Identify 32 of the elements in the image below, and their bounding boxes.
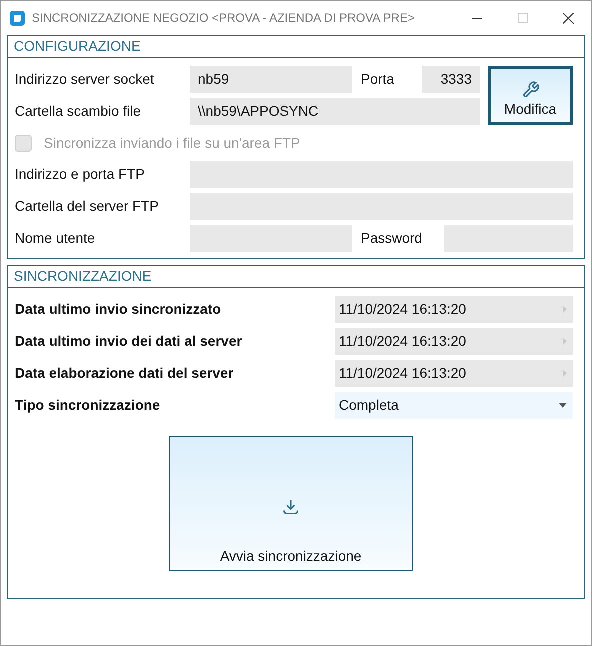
field-label: Password — [360, 229, 424, 248]
download-icon — [282, 498, 300, 516]
caret-icon — [563, 370, 567, 377]
caret-icon — [563, 306, 567, 313]
date-field[interactable]: 11/10/2024 16:13:20 — [335, 360, 573, 387]
field-label: Data ultimo invio dei dati al server — [15, 332, 244, 351]
window-title: SINCRONIZZAZIONE NEGOZIO <PROVA - AZIENDA DI PROVA PRE> — [32, 10, 415, 27]
close-icon[interactable] — [563, 12, 574, 24]
field-label: Nome utente — [15, 229, 96, 248]
input-field[interactable]: \\nb59\APPOSYNC — [190, 98, 480, 125]
date-field[interactable]: 11/10/2024 16:13:20 — [335, 296, 573, 323]
field-label: Indirizzo e porta FTP — [15, 165, 146, 184]
start-sync-button[interactable]: Avvia sincronizzazione — [169, 436, 413, 571]
section-title: SINCRONIZZAZIONE — [14, 267, 152, 286]
caret-icon — [559, 403, 567, 408]
input-field[interactable]: 3333 — [422, 66, 480, 93]
field-label: Data ultimo invio sincronizzato — [15, 300, 222, 319]
date-field[interactable]: 11/10/2024 16:13:20 — [335, 328, 573, 355]
field-label: Indirizzo server socket — [15, 70, 156, 89]
field-label: Porta — [360, 70, 396, 89]
modifica-button[interactable]: Modifica — [488, 66, 573, 125]
dropdown[interactable]: Completa — [335, 392, 573, 419]
wrench-icon — [522, 81, 540, 99]
checkbox-label: Sincronizza inviando i file su un'area FTP — [44, 134, 300, 152]
section-title: CONFIGURAZIONE — [14, 37, 141, 56]
field-label: Cartella del server FTP — [15, 197, 160, 216]
input-field[interactable]: nb59 — [190, 66, 352, 93]
app-logo-icon — [10, 10, 25, 26]
field-label: Cartella scambio file — [15, 102, 142, 121]
caret-icon — [563, 338, 567, 345]
field-label: Tipo sincronizzazione — [15, 396, 162, 415]
field-label: Data elaborazione dati del server — [15, 364, 235, 383]
